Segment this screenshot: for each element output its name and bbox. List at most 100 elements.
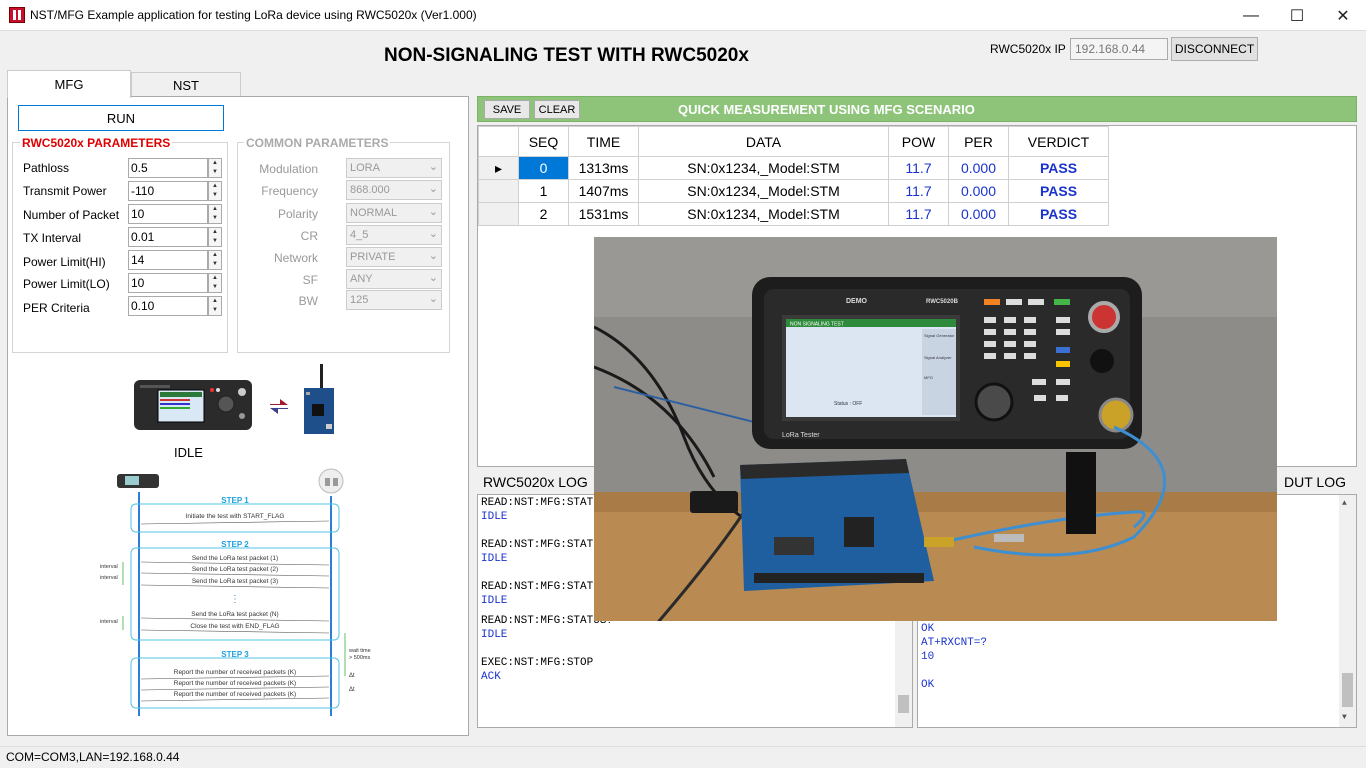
step2-message-2: Send the LoRa test packet (2) [192,566,278,573]
cell-pow[interactable]: 11.7 [888,179,949,203]
run-button[interactable]: RUN [18,105,224,131]
dut-log-scrollbar[interactable]: ▲ ▼ [1339,495,1356,727]
number-of-packet-spinner[interactable]: ▲ ▼ [208,204,222,224]
param-label-pathloss: Pathloss [23,161,70,175]
power-limit-hi-spinner[interactable]: ▲ ▼ [208,250,222,270]
param-label-tx-interval: TX Interval [23,231,82,245]
ip-label: RWC5020x IP [990,42,1066,56]
common-label-network: Network [273,251,318,265]
tx-interval-spinner[interactable]: ▲ ▼ [208,227,222,247]
cell-per[interactable]: 0.000 [948,179,1009,203]
sf-select[interactable]: ANY ⌄ [346,269,442,289]
cell-time[interactable]: 1531ms [568,202,639,226]
step1-message: Initiate the test with START_FLAG [186,513,285,520]
common-label-modulation: Modulation [259,162,318,176]
table-header-time[interactable]: TIME [568,126,639,157]
scrollbar-thumb[interactable] [898,695,909,713]
table-header-indicator [478,126,519,157]
cell-pow[interactable]: 11.7 [888,202,949,226]
window-title: NST/MFG Example application for testing … [30,8,477,22]
step2-message-3: Send the LoRa test packet (3) [192,578,278,585]
frequency-select[interactable]: 868.000 ⌄ [346,180,442,200]
sf-value: ANY [350,273,373,285]
results-table: SEQ TIME DATA POW PER VERDICT ▸ 0 1313ms… [478,126,1109,226]
pathloss-spinner[interactable]: ▲ ▼ [208,158,222,178]
measurement-title: QUICK MEASUREMENT USING MFG SCENARIO [678,102,975,117]
table-row[interactable]: 1 1407ms SN:0x1234,_Model:STM 11.7 0.000… [478,179,1109,203]
tab-mfg[interactable]: MFG [7,70,131,98]
pathloss-input[interactable]: 0.5 [128,158,208,178]
network-value: PRIVATE [350,251,396,263]
per-criteria-spinner[interactable]: ▲ ▼ [208,296,222,316]
wait-time-label: wait time [348,648,371,654]
table-header-seq[interactable]: SEQ [518,126,569,157]
polarity-select[interactable]: NORMAL ⌄ [346,203,442,223]
cell-data[interactable]: SN:0x1234,_Model:STM [638,179,889,203]
ip-input[interactable]: 192.168.0.44 [1070,38,1168,60]
common-label-frequency: Frequency [261,184,318,198]
log-line: AT+RXCNT=? [921,637,988,649]
delta-t-label-2: Δt [349,687,355,693]
table-header-per[interactable]: PER [948,126,1009,157]
connection-status-text: COM=COM3,LAN=192.168.0.44 [6,750,180,764]
network-select[interactable]: PRIVATE ⌄ [346,247,442,267]
table-header-pow[interactable]: POW [888,126,949,157]
bw-select[interactable]: 125 ⌄ [346,290,442,310]
cell-verdict[interactable]: PASS [1008,156,1109,180]
maximize-button[interactable]: ☐ [1274,0,1320,31]
cell-verdict[interactable]: PASS [1008,202,1109,226]
table-header-data[interactable]: DATA [638,126,889,157]
common-label-sf: SF [302,273,318,287]
power-limit-lo-input[interactable]: 10 [128,273,208,293]
modulation-select[interactable]: LORA ⌄ [346,158,442,178]
clear-button[interactable]: CLEAR [534,100,580,119]
param-label-per-criteria: PER Criteria [23,301,90,315]
number-of-packet-input[interactable]: 10 [128,204,208,224]
frequency-value: 868.000 [350,184,390,196]
cell-verdict[interactable]: PASS [1008,179,1109,203]
close-button[interactable]: ✕ [1320,0,1366,31]
power-limit-hi-input[interactable]: 14 [128,250,208,270]
cell-per[interactable]: 0.000 [948,202,1009,226]
scrollbar-thumb[interactable] [1342,673,1353,707]
chevron-down-icon: ⌄ [428,206,438,218]
row-indicator-icon [478,202,519,226]
transmit-power-input[interactable]: -110 [128,181,208,201]
cell-data[interactable]: SN:0x1234,_Model:STM [638,156,889,180]
status-bar [0,746,1366,768]
log-line: 10 [921,651,935,663]
log-line: IDLE [481,629,508,641]
power-limit-lo-spinner[interactable]: ▲ ▼ [208,273,222,293]
per-criteria-input[interactable]: 0.10 [128,296,208,316]
cr-select[interactable]: 4_5 ⌄ [346,225,442,245]
cell-seq[interactable]: 0 [518,156,569,180]
cell-time[interactable]: 1313ms [568,156,639,180]
table-row[interactable]: 2 1531ms SN:0x1234,_Model:STM 11.7 0.000… [478,202,1109,226]
tx-interval-input[interactable]: 0.01 [128,227,208,247]
transmit-power-spinner[interactable]: ▲ ▼ [208,181,222,201]
wait-time-value: > 500ms [349,655,370,661]
common-label-polarity: Polarity [277,207,318,221]
interval-label-1: interval [100,564,118,570]
cell-time[interactable]: 1407ms [568,179,639,203]
save-button[interactable]: SAVE [484,100,530,119]
tab-nst[interactable]: NST [131,72,241,97]
step3-message-3: Report the number of received packets (K… [174,691,296,698]
param-label-number-of-packet: Number of Packet [23,208,120,222]
cell-seq[interactable]: 1 [518,179,569,203]
scroll-up-icon[interactable]: ▲ [1342,499,1347,508]
setup-photo: NON SIGNALING TEST Signal Generator Sign… [594,237,1277,621]
table-row[interactable]: ▸ 0 1313ms SN:0x1234,_Model:STM 11.7 0.0… [478,156,1109,180]
cell-per[interactable]: 0.000 [948,156,1009,180]
disconnect-button[interactable]: DISCONNECT [1171,37,1258,61]
scroll-down-icon[interactable]: ▼ [1342,713,1347,722]
step2-message-1: Send the LoRa test packet (1) [192,555,278,562]
table-header-verdict[interactable]: VERDICT [1008,126,1109,157]
step2-message-n: Send the LoRa test packet (N) [191,611,278,618]
log-line: OK [921,679,935,691]
cell-data[interactable]: SN:0x1234,_Model:STM [638,202,889,226]
cell-seq[interactable]: 2 [518,202,569,226]
dut-mini-icon [318,468,344,494]
minimize-button[interactable]: — [1228,0,1274,31]
cell-pow[interactable]: 11.7 [888,156,949,180]
